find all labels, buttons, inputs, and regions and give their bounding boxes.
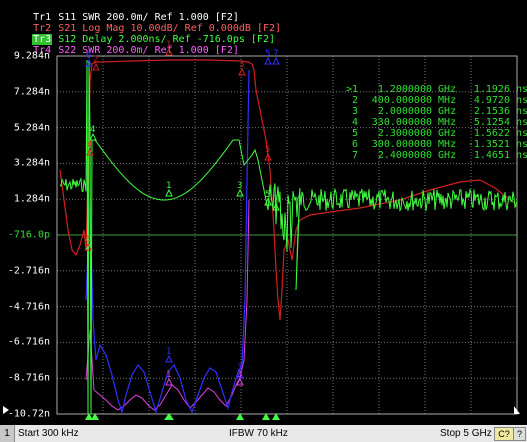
- ifbw-setting[interactable]: IFBW 70 kHz: [229, 425, 288, 442]
- channel-number[interactable]: 1: [0, 425, 15, 442]
- marker-number: 1: [166, 370, 171, 380]
- marker-value: 1.4651 ns: [473, 150, 527, 161]
- marker-num: 7: [351, 150, 358, 161]
- marker-number: 4: [87, 140, 92, 150]
- y-tick-label: 7.284n: [13, 86, 50, 98]
- y-tick-label: 1.284n: [13, 193, 50, 205]
- marker-number: 2: [93, 55, 98, 65]
- marker-unit: GHz: [438, 150, 457, 161]
- trace-1-curve: [85, 69, 250, 415]
- marker-number: 6: [85, 235, 90, 245]
- marker-unit: GHz: [438, 128, 457, 139]
- marker-row[interactable]: >1 1.2000000 GHz 1.1926 ns: [336, 84, 527, 95]
- y-tick-label: -6.716n: [7, 336, 50, 348]
- measurement-plot[interactable]: 1 345672 314 56135 761 3: [0, 0, 527, 425]
- marker-value: 5.1254 ns: [473, 117, 527, 128]
- y-tick-label: -716.0p: [7, 229, 50, 241]
- marker-unit: GHz: [438, 106, 457, 117]
- marker-readout-table: >1 1.2000000 GHz 1.1926 ns 2 400.000000 MHz 4…: [336, 84, 527, 161]
- marker-number: 5: [265, 145, 270, 155]
- marker-number: 3: [237, 181, 242, 191]
- y-tick-label: 5.284n: [13, 122, 50, 134]
- marker-value: 1.5622 ns: [473, 128, 527, 139]
- marker-num: 2: [351, 95, 358, 106]
- marker-num: 3: [351, 106, 358, 117]
- marker-freq: 400.000000: [371, 95, 432, 106]
- y-tick-label: 9.284n: [13, 50, 50, 62]
- marker-number: 7: [273, 49, 278, 59]
- y-tick-label: 3.284n: [13, 157, 50, 169]
- help-icon[interactable]: ?: [513, 427, 526, 441]
- marker-num: 4: [351, 117, 358, 128]
- marker-row[interactable]: 3 2.0000000 GHz 2.1536 ns: [336, 106, 527, 117]
- marker-number: 1: [166, 181, 171, 191]
- marker-row[interactable]: 4 330.000000 MHz 5.1254 ns: [336, 117, 527, 128]
- marker-number: 6: [86, 51, 91, 61]
- marker-row[interactable]: 7 2.4000000 GHz 1.4651 ns: [336, 150, 527, 161]
- y-tick-label: -10.72n: [7, 408, 50, 420]
- marker-value: 4.9720 ns: [473, 95, 527, 106]
- marker-number: 3: [237, 370, 242, 380]
- marker-unit: GHz: [438, 84, 457, 95]
- marker-value: 1.1926 ns: [473, 84, 527, 95]
- marker-row[interactable]: 5 2.3000000 GHz 1.5622 ns: [336, 128, 527, 139]
- marker-row[interactable]: 6 300.000000 MHz -1.3521 ns: [336, 139, 527, 150]
- marker-freq: 330.000000: [371, 117, 432, 128]
- marker-number: 7: [273, 195, 278, 205]
- marker-freq: 300.000000: [371, 139, 432, 150]
- marker-num: 5: [351, 128, 358, 139]
- marker-unit: MHz: [438, 117, 457, 128]
- marker-number: 5: [265, 49, 270, 59]
- stimulus-markers: [3, 406, 520, 420]
- y-tick-label: -2.716n: [7, 265, 50, 277]
- marker-number: 1: [166, 347, 171, 357]
- marker-row[interactable]: 2 400.000000 MHz 4.9720 ns: [336, 95, 527, 106]
- marker-number: 3: [239, 60, 244, 70]
- marker-value: -1.3521 ns: [467, 139, 527, 150]
- marker-freq: 2.0000000: [377, 106, 432, 117]
- calibration-badge[interactable]: C?: [494, 427, 514, 441]
- y-axis: 9.284n 7.284n 5.284n 3.284n 1.284n -716.0p -2.…: [0, 45, 56, 425]
- stop-frequency[interactable]: Stop 5 GHz: [440, 425, 492, 442]
- marker-unit: MHz: [438, 95, 457, 106]
- y-tick-label: -8.716n: [7, 372, 50, 384]
- marker-freq: 2.4000000: [377, 150, 432, 161]
- marker-num: 6: [351, 139, 358, 150]
- marker-number: 1: [166, 40, 171, 50]
- marker-number: 4: [90, 125, 95, 135]
- marker-num: >1: [345, 84, 358, 95]
- marker-unit: MHz: [438, 139, 457, 150]
- marker-value: 2.1536 ns: [473, 106, 527, 117]
- start-frequency[interactable]: Start 300 kHz: [18, 425, 79, 442]
- marker-freq: 1.2000000: [377, 84, 432, 95]
- marker-number: 5: [265, 190, 270, 200]
- vna-screen: { "traces": [ {"id":"Tr1","param":"S11",…: [0, 0, 527, 442]
- marker-freq: 2.3000000: [377, 128, 432, 139]
- status-bar: 1 Start 300 kHz IFBW 70 kHz Stop 5 GHz C…: [0, 425, 527, 442]
- y-tick-label: -4.716n: [7, 301, 50, 313]
